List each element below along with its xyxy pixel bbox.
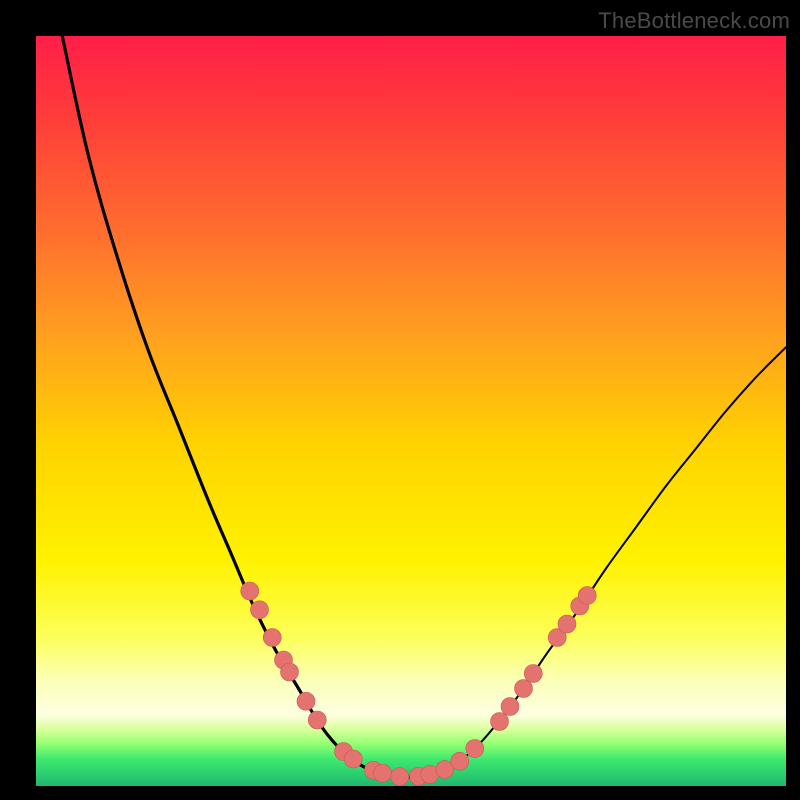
curve-left-branch (62, 36, 411, 777)
data-marker (466, 740, 484, 758)
chart-svg (36, 36, 786, 786)
curve-right-branch (411, 347, 786, 777)
data-marker (578, 587, 596, 605)
outer-frame: TheBottleneck.com (0, 0, 800, 800)
data-marker (251, 601, 269, 619)
data-marker (391, 768, 409, 786)
data-marker (308, 711, 326, 729)
data-marker (297, 692, 315, 710)
data-marker (281, 663, 299, 681)
data-marker (558, 615, 576, 633)
data-marker (451, 752, 469, 770)
data-marker (241, 582, 259, 600)
watermark-text: TheBottleneck.com (598, 8, 790, 34)
data-marker (374, 764, 392, 782)
data-marker (515, 680, 533, 698)
data-marker (491, 713, 509, 731)
data-marker (501, 698, 519, 716)
data-marker (344, 750, 362, 768)
data-marker (263, 629, 281, 647)
data-marker (524, 665, 542, 683)
plot-area (36, 36, 786, 786)
